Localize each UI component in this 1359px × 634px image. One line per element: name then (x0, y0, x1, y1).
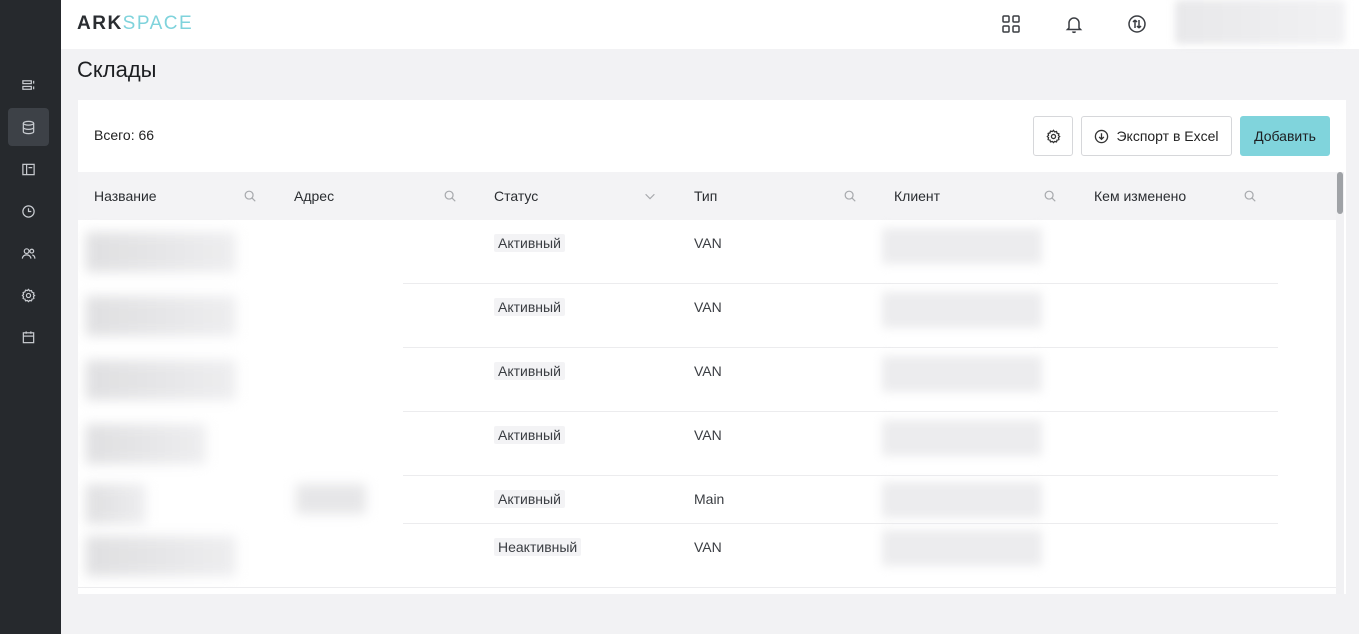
column-label: Кем изменено (1094, 188, 1187, 204)
search-icon[interactable] (242, 188, 258, 204)
column-label: Клиент (894, 188, 941, 204)
client-cell (882, 530, 1042, 566)
column-header-address[interactable]: Адрес (294, 172, 334, 220)
type-cell: VAN (694, 299, 722, 315)
add-label: Добавить (1254, 128, 1316, 144)
column-label: Название (94, 188, 157, 204)
status-badge: Активный (494, 426, 565, 444)
scrollbar-thumb[interactable] (1337, 172, 1343, 214)
database-icon (22, 120, 35, 134)
sidebar (0, 0, 61, 634)
sidebar-item-calendar[interactable] (8, 318, 49, 356)
logo-ark: ARK (77, 13, 123, 34)
gear-icon (1045, 128, 1061, 144)
table-row[interactable]: Активный VAN (78, 220, 1336, 284)
gear-icon (21, 287, 36, 302)
table-row[interactable]: Активный Main (78, 476, 1336, 524)
table-row[interactable]: Активный VAN (78, 412, 1336, 476)
page-title: Склады (77, 57, 157, 82)
logo-space: SPACE (122, 13, 194, 34)
export-excel-label: Экспорт в Excel (1116, 128, 1219, 144)
client-cell (882, 292, 1042, 328)
calendar-icon (22, 330, 35, 343)
client-cell (882, 228, 1042, 264)
users-icon (21, 247, 36, 259)
sidebar-item-settings[interactable] (8, 276, 49, 314)
table-scrollbar[interactable] (1336, 172, 1344, 594)
export-excel-button[interactable]: Экспорт в Excel (1081, 116, 1232, 156)
notifications-button[interactable] (1062, 12, 1086, 36)
sidebar-item-list[interactable] (8, 66, 49, 104)
name-cell (86, 536, 236, 576)
search-icon[interactable] (1042, 188, 1058, 204)
apps-grid-icon (1002, 15, 1020, 33)
column-label: Адрес (294, 188, 335, 204)
layout-icon (22, 163, 35, 175)
table-settings-button[interactable] (1033, 116, 1073, 156)
table-row[interactable]: Активный VAN (78, 284, 1336, 348)
name-cell (86, 296, 236, 336)
user-profile[interactable] (1175, 0, 1345, 44)
table-row[interactable]: Активный VAN (78, 348, 1336, 412)
warehouses-card: Всего: 66 Экспорт в Excel Добавить Назва… (78, 100, 1346, 594)
chevron-down-icon[interactable] (642, 188, 658, 204)
status-badge: Активный (494, 234, 565, 252)
sidebar-item-layout[interactable] (8, 150, 49, 188)
add-button[interactable]: Добавить (1240, 116, 1330, 156)
column-label: Тип (694, 188, 718, 204)
client-cell (882, 482, 1042, 518)
type-cell: Main (694, 491, 725, 507)
name-cell (86, 232, 236, 272)
address-cell (296, 484, 366, 514)
client-cell (882, 420, 1042, 456)
column-header-modified-by[interactable]: Кем изменено (1094, 172, 1186, 220)
status-badge: Активный (494, 362, 565, 380)
sidebar-item-history[interactable] (8, 192, 49, 230)
type-cell: VAN (694, 235, 722, 251)
apps-grid-button[interactable] (999, 12, 1023, 36)
top-bar: ARK SPACE (61, 0, 1359, 49)
status-badge: Активный (494, 490, 565, 508)
name-cell (86, 360, 236, 400)
type-cell: VAN (694, 539, 722, 555)
search-icon[interactable] (1242, 188, 1258, 204)
table-row[interactable]: Неактивный VAN (78, 524, 1336, 588)
sidebar-item-warehouses[interactable] (8, 108, 49, 146)
total-count: Всего: 66 (94, 127, 155, 143)
name-cell (86, 484, 146, 524)
download-icon (1095, 129, 1109, 143)
search-icon[interactable] (842, 188, 858, 204)
column-header-type[interactable]: Тип (694, 172, 717, 220)
clock-icon (22, 204, 35, 218)
search-icon[interactable] (442, 188, 458, 204)
bell-icon (1065, 17, 1083, 34)
table-header: Название Адрес Статус Тип Клиент Кем изм… (78, 172, 1336, 220)
client-cell (882, 356, 1042, 392)
column-label: Статус (494, 188, 539, 204)
logo[interactable]: ARK SPACE (77, 13, 193, 35)
status-badge: Активный (494, 298, 565, 316)
sidebar-item-users[interactable] (8, 234, 49, 272)
column-header-name[interactable]: Название (94, 172, 157, 220)
row-divider (78, 587, 1336, 588)
switch-button[interactable] (1125, 12, 1149, 36)
name-cell (86, 424, 206, 464)
swap-icon (1128, 15, 1146, 33)
type-cell: VAN (694, 363, 722, 379)
column-header-status[interactable]: Статус (494, 172, 538, 220)
type-cell: VAN (694, 427, 722, 443)
status-badge: Неактивный (494, 538, 582, 556)
list-icon (22, 79, 35, 90)
column-header-client[interactable]: Клиент (894, 172, 940, 220)
